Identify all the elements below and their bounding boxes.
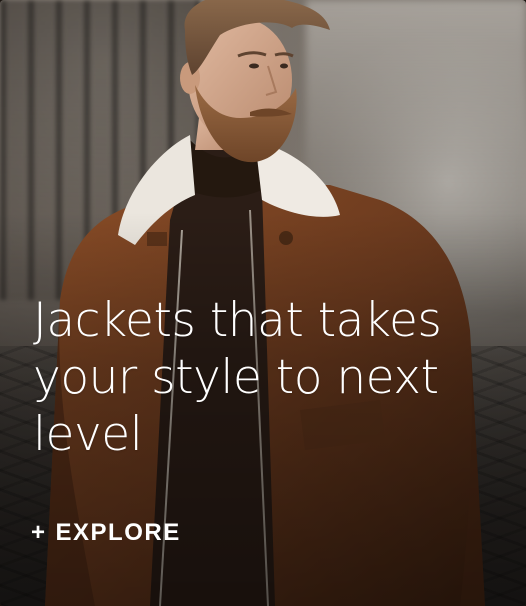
plus-icon: + bbox=[31, 519, 47, 546]
explore-label: EXPLORE bbox=[55, 519, 181, 546]
explore-button[interactable]: + EXPLORE bbox=[31, 519, 181, 547]
promo-card[interactable]: Jackets that takes your style to next le… bbox=[0, 0, 526, 606]
card-headline: Jackets that takes your style to next le… bbox=[33, 293, 442, 462]
